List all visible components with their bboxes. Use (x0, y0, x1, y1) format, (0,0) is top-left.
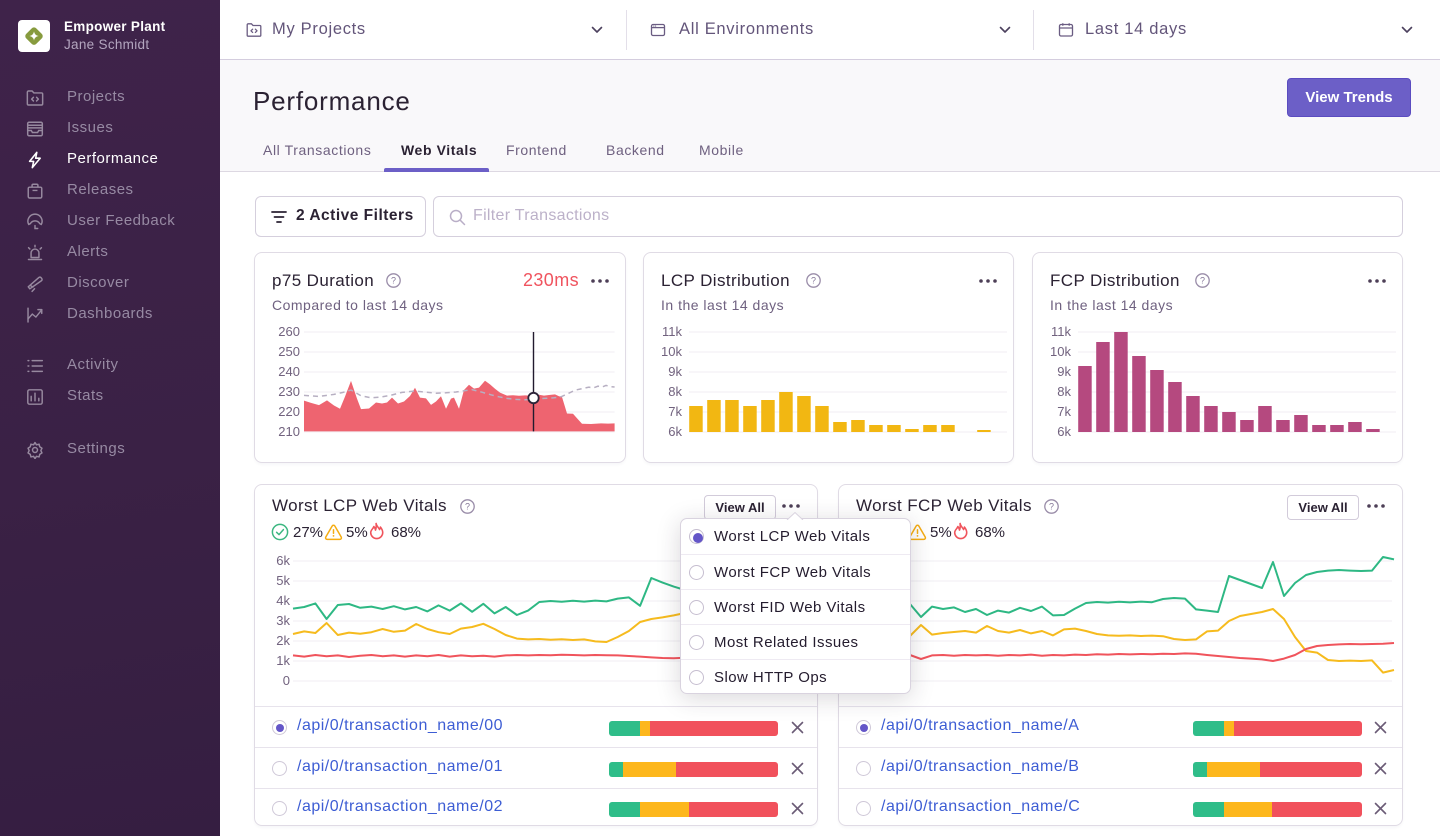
svg-text:7k: 7k (668, 404, 682, 419)
svg-text:?: ? (811, 276, 816, 286)
svg-text:?: ? (1200, 276, 1205, 286)
svg-text:?: ? (465, 502, 470, 512)
svg-text:220: 220 (278, 404, 300, 419)
svg-text:4k: 4k (276, 593, 290, 608)
svg-text:6k: 6k (668, 424, 682, 439)
svg-text:0: 0 (283, 673, 290, 688)
svg-text:10k: 10k (1050, 344, 1071, 359)
svg-text:9k: 9k (668, 364, 682, 379)
svg-text:2k: 2k (276, 633, 290, 648)
svg-text:6k: 6k (276, 553, 290, 568)
svg-text:11k: 11k (1051, 324, 1071, 339)
svg-text:11k: 11k (662, 324, 682, 339)
svg-text:3k: 3k (276, 613, 290, 628)
svg-text:?: ? (1049, 502, 1054, 512)
svg-text:9k: 9k (1057, 364, 1071, 379)
svg-text:8k: 8k (668, 384, 682, 399)
svg-text:250: 250 (278, 344, 300, 359)
svg-text:260: 260 (278, 324, 300, 339)
svg-text:6k: 6k (1057, 424, 1071, 439)
svg-text:230: 230 (278, 384, 300, 399)
svg-text:1k: 1k (276, 653, 290, 668)
svg-text:10k: 10k (661, 344, 682, 359)
svg-text:?: ? (391, 276, 396, 286)
svg-text:240: 240 (278, 364, 300, 379)
svg-text:210: 210 (278, 424, 300, 439)
svg-text:5k: 5k (276, 573, 290, 588)
svg-text:8k: 8k (1057, 384, 1071, 399)
svg-text:7k: 7k (1057, 404, 1071, 419)
